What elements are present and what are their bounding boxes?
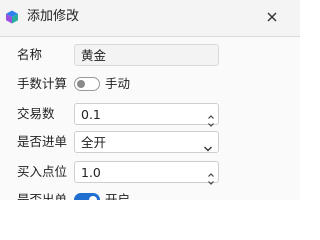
- name-label: 名称: [17, 47, 43, 62]
- buy-point-spin-buttons: [206, 164, 216, 185]
- lots-label: 交易数: [17, 106, 55, 121]
- name-value: 黄金: [81, 48, 107, 63]
- close-button[interactable]: [262, 7, 282, 27]
- manual-calc-toggle[interactable]: [74, 77, 100, 91]
- entry-selected-value: 全开: [81, 135, 107, 150]
- chevron-down-icon: [208, 123, 214, 127]
- exit-toggle[interactable]: [74, 193, 100, 200]
- chevron-down-icon: [203, 138, 213, 152]
- title-bar: 添加修改: [0, 0, 300, 37]
- buy-point-decrement-button[interactable]: [206, 172, 216, 185]
- dialog-title: 添加修改: [27, 9, 80, 24]
- buy-point-increment-button[interactable]: [206, 164, 216, 177]
- close-icon: [267, 12, 277, 22]
- entry-select[interactable]: 全开: [74, 131, 219, 153]
- toggle-knob: [77, 79, 85, 88]
- manual-calc-label: 手数计算: [17, 76, 68, 91]
- toggle-knob: [89, 195, 97, 200]
- buy-point-value: 1.0: [81, 165, 101, 180]
- manual-calc-toggle-text: 手动: [105, 76, 131, 91]
- edit-dialog: 添加修改 名称 黄金 手数计算 手动 交易数 0.1 是否进单 全开 买入点位 …: [0, 0, 300, 200]
- lots-value: 0.1: [81, 107, 101, 122]
- lots-spin-buttons: [206, 106, 216, 127]
- buy-point-spinbox[interactable]: 1.0: [74, 161, 219, 185]
- chevron-down-icon: [208, 181, 214, 185]
- lots-increment-button[interactable]: [206, 106, 216, 119]
- lots-spinbox[interactable]: 0.1: [74, 103, 219, 127]
- cube-app-icon: [5, 9, 19, 24]
- buy-point-label: 买入点位: [17, 164, 68, 179]
- lots-decrement-button[interactable]: [206, 114, 216, 127]
- name-field[interactable]: 黄金: [74, 44, 219, 66]
- exit-label: 是否出单: [17, 192, 68, 200]
- exit-toggle-text: 开启: [105, 192, 131, 200]
- entry-label: 是否进单: [17, 134, 68, 149]
